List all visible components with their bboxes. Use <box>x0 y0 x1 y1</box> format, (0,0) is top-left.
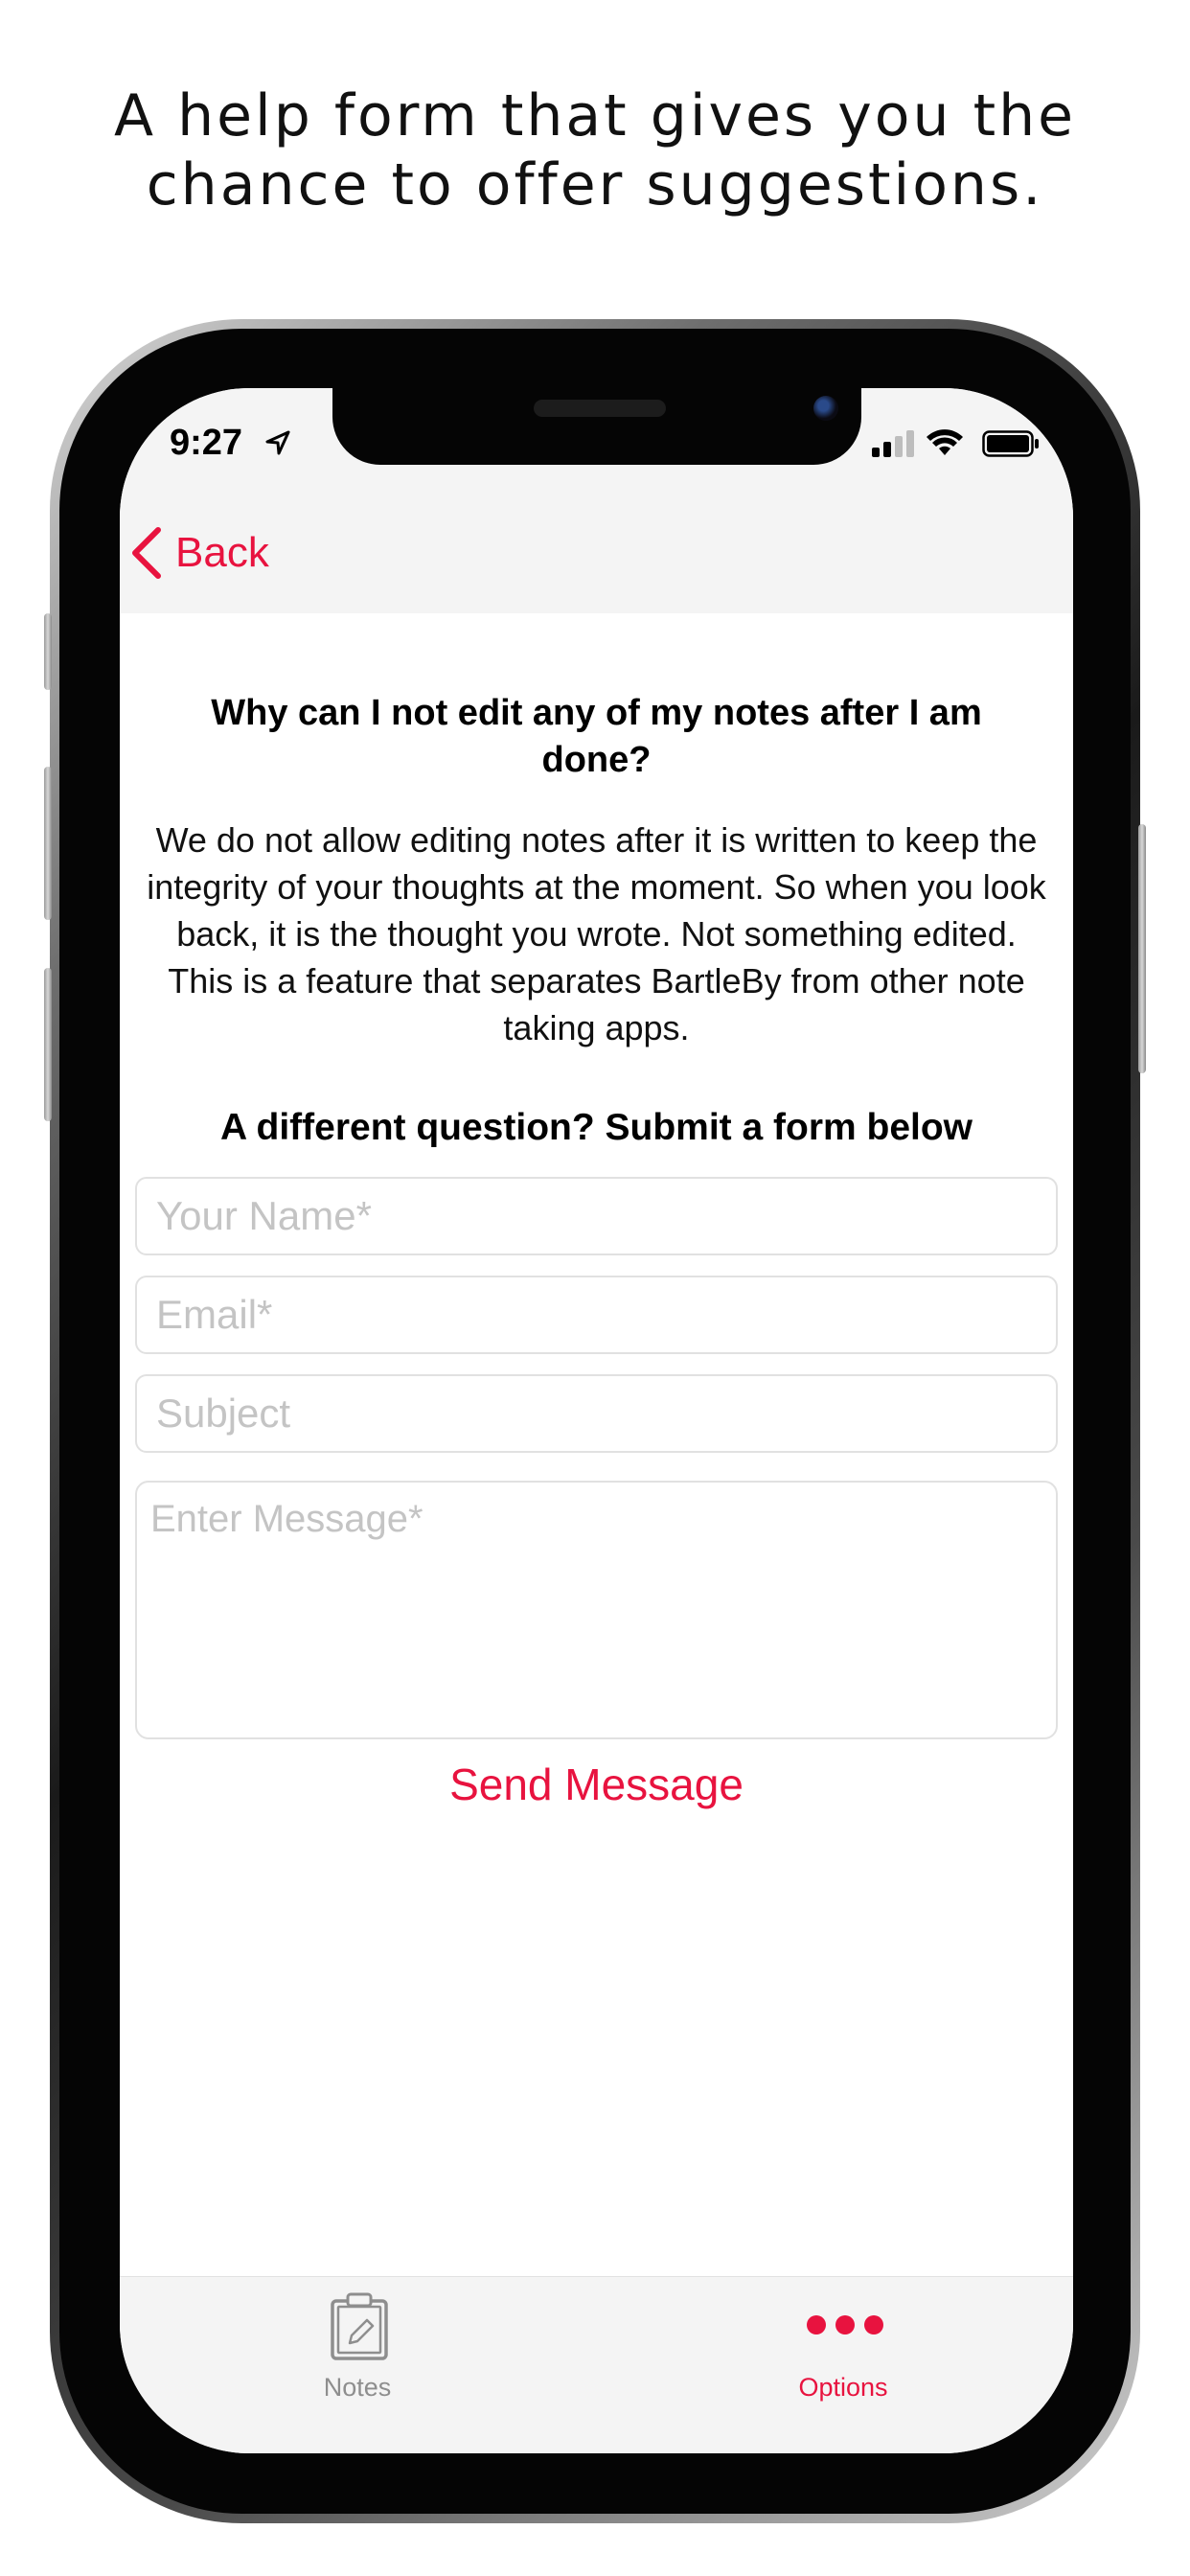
tab-notes[interactable]: Notes <box>214 2277 501 2453</box>
faq-question: Why can I not edit any of my notes after… <box>211 693 982 780</box>
send-message-button[interactable]: Send Message <box>120 1759 1073 1810</box>
back-button[interactable]: Back <box>129 524 269 582</box>
back-label: Back <box>175 529 269 576</box>
volume-up-button <box>44 767 52 920</box>
message-field[interactable] <box>135 1481 1058 1739</box>
earpiece-speaker <box>534 400 666 417</box>
navigation-bar: Back <box>120 494 1073 613</box>
name-field[interactable] <box>135 1177 1058 1255</box>
three-dots-icon <box>807 2315 883 2334</box>
mute-switch <box>44 613 52 690</box>
location-arrow-icon <box>265 430 290 455</box>
cellular-signal-icon <box>872 430 914 457</box>
tab-options-label: Options <box>798 2373 888 2402</box>
chevron-left-icon <box>132 527 161 579</box>
wifi-icon <box>927 429 963 455</box>
tab-notes-label: Notes <box>323 2373 392 2402</box>
volume-down-button <box>44 968 52 1121</box>
power-button <box>1138 824 1146 1073</box>
battery-icon <box>982 430 1039 457</box>
caption-line-2: chance to offer suggestions. <box>146 151 1044 218</box>
subject-field[interactable] <box>135 1374 1058 1453</box>
tab-options[interactable]: Options <box>699 2277 987 2453</box>
front-camera <box>813 396 838 421</box>
form-title: A different question? Submit a form belo… <box>219 1107 973 1148</box>
promo-caption: A help form that gives you the chance to… <box>0 81 1190 219</box>
caption-line-1: A help form that gives you the <box>113 82 1077 150</box>
camera-notch <box>332 388 861 465</box>
email-field[interactable] <box>135 1276 1058 1354</box>
tab-bar: Notes Options <box>120 2276 1073 2453</box>
clipboard-pencil-icon <box>331 2292 388 2360</box>
faq-answer: We do not allow editing notes after it i… <box>147 820 1046 1047</box>
phone-screen: 9:27 Back Why can I not edit any of my n… <box>120 388 1073 2453</box>
status-time: 9:27 <box>170 423 243 463</box>
